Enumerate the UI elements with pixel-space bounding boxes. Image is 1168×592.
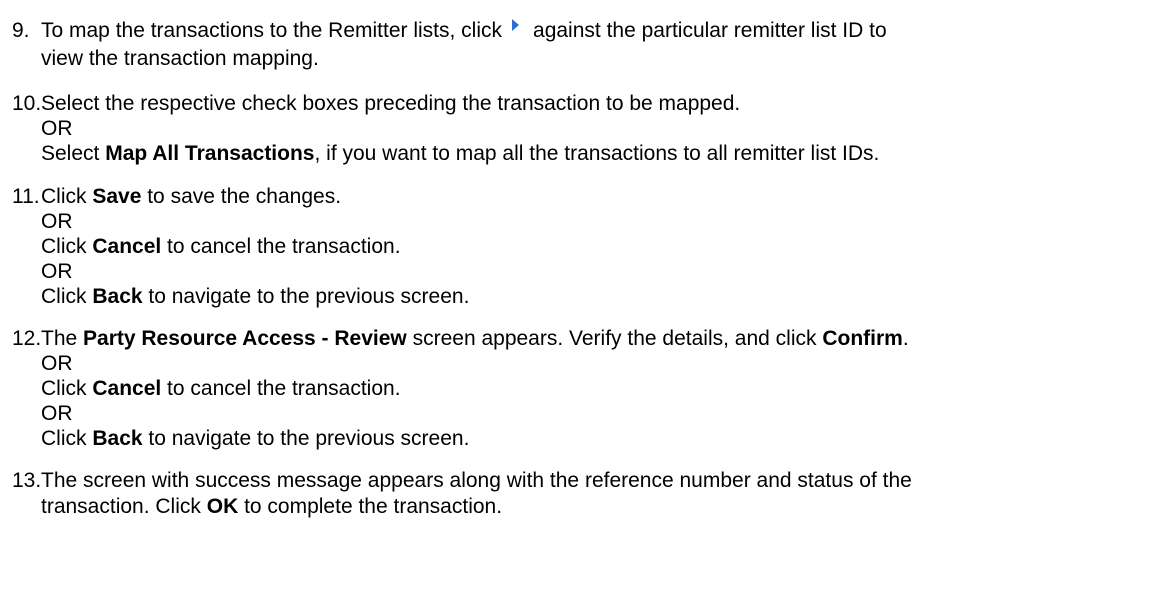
or-separator: OR [41, 210, 73, 233]
or-separator: OR [41, 117, 73, 140]
step-text: to cancel the transaction. [161, 377, 401, 400]
step-line: Click Back to navigate to the previous s… [41, 426, 469, 452]
step-line: OR [41, 401, 73, 427]
ui-term-ok: OK [206, 495, 239, 518]
ui-term-save: Save [92, 185, 142, 208]
step-text: , if you want to map all the transaction… [314, 142, 880, 165]
ui-term-back: Back [92, 427, 143, 450]
ui-term-cancel: Cancel [92, 235, 162, 258]
step-text: to cancel the transaction. [161, 235, 401, 258]
step-text: transaction. Click [41, 495, 207, 518]
step-line: Click Cancel to cancel the transaction. [41, 234, 401, 260]
step-line: Click Back to navigate to the previous s… [41, 284, 469, 310]
step-line: To map the transactions to the Remitter … [41, 18, 887, 44]
step-text: view the transaction mapping. [41, 47, 319, 70]
step-line: The Party Resource Access - Review scree… [41, 326, 909, 352]
or-separator: OR [41, 402, 73, 425]
step-line: OR [41, 259, 73, 285]
step-line: The screen with success message appears … [41, 468, 912, 494]
ui-term-party-resource-access-review: Party Resource Access - Review [83, 327, 407, 350]
step-text: The [41, 327, 84, 350]
ui-term-map-all-transactions: Map All Transactions [105, 142, 315, 165]
step-text: against the particular remitter list ID … [533, 19, 887, 42]
step-text: to navigate to the previous screen. [142, 427, 470, 450]
ui-term-back: Back [92, 285, 143, 308]
ui-term-cancel: Cancel [92, 377, 162, 400]
step-text: Click [41, 427, 93, 450]
step-text: Select [41, 142, 106, 165]
step-text: Click [41, 185, 93, 208]
or-separator: OR [41, 260, 73, 283]
step-text: Click [41, 235, 93, 258]
step-number: 12. [12, 327, 42, 350]
step-text: Click [41, 285, 93, 308]
step-text: to complete the transaction. [238, 495, 503, 518]
step-text: screen appears. Verify the details, and … [406, 327, 823, 350]
ui-term-confirm: Confirm [822, 327, 903, 350]
step-line: OR [41, 209, 73, 235]
step-number: 13. [12, 469, 42, 492]
step-line: transaction. Click OK to complete the tr… [41, 494, 502, 520]
step-text: Click [41, 377, 93, 400]
step-text: . [902, 327, 909, 350]
step-line: view the transaction mapping. [41, 46, 319, 72]
step-number: 9. [12, 19, 30, 42]
or-separator: OR [41, 352, 73, 375]
step-text: To map the transactions to the Remitter … [41, 19, 503, 42]
step-number: 11. [12, 185, 40, 208]
step-text: The screen with success message appears … [41, 469, 912, 492]
expand-arrow-icon [512, 19, 520, 31]
step-line: Select the respective check boxes preced… [41, 91, 740, 117]
step-line: OR [41, 116, 73, 142]
step-text: to save the changes. [141, 185, 342, 208]
step-number: 10. [12, 92, 42, 115]
step-line: OR [41, 351, 73, 377]
step-line: Click Cancel to cancel the transaction. [41, 376, 401, 402]
step-text: Select the respective check boxes preced… [41, 92, 741, 115]
step-line: Click Save to save the changes. [41, 184, 341, 210]
step-text: to navigate to the previous screen. [142, 285, 470, 308]
step-line: Select Map All Transactions, if you want… [41, 141, 879, 167]
